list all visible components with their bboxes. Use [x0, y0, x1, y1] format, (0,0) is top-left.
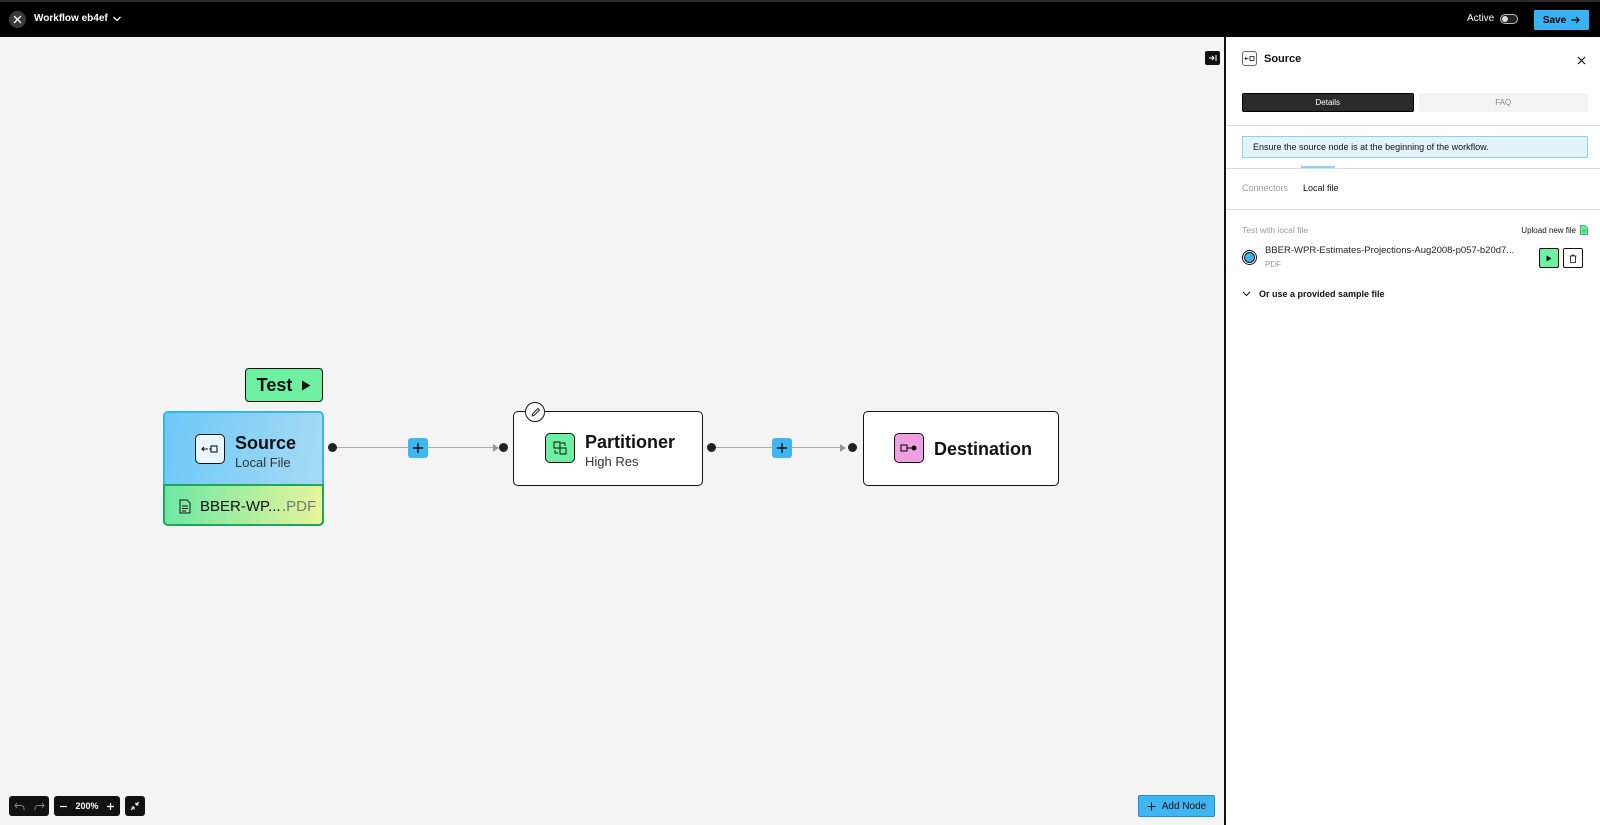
plus-icon: [777, 443, 787, 453]
node-details-panel: Source Details FAQ Ensure the source nod…: [1224, 37, 1600, 825]
zoom-out-icon[interactable]: [59, 802, 68, 811]
sample-file-toggle[interactable]: Or use a provided sample file: [1242, 289, 1385, 299]
subtab-indicator: [1301, 166, 1335, 168]
panel-tabs: Details FAQ: [1242, 93, 1588, 113]
undo-icon[interactable]: [13, 802, 25, 811]
workflow-title-dropdown[interactable]: Workflow eb4ef: [34, 13, 122, 24]
history-controls: [9, 796, 49, 816]
play-icon: [1546, 255, 1552, 261]
arrow-right-icon: [1571, 16, 1581, 24]
fit-view-icon: [130, 801, 140, 811]
close-icon: [13, 15, 22, 24]
partitioner-input-handle[interactable]: [499, 443, 508, 452]
add-node-label: Add Node: [1161, 800, 1207, 812]
top-bar: Workflow eb4ef Active Save: [0, 0, 1600, 37]
divider: [1226, 168, 1600, 169]
upload-new-file-button[interactable]: Upload new file: [1521, 225, 1588, 235]
edge-arrow: [840, 444, 846, 452]
file-upload-icon: [1580, 225, 1588, 235]
file-radio-selected[interactable]: [1242, 250, 1257, 265]
destination-input-handle[interactable]: [848, 443, 857, 452]
chevron-down-icon: [1242, 291, 1251, 297]
source-node[interactable]: Source Local File BBER-WP... .PDF: [163, 411, 324, 526]
partitioner-node-subtitle: High Res: [585, 454, 639, 469]
panel-header: Source: [1242, 51, 1301, 66]
source-file-ext: .PDF: [282, 498, 317, 515]
destination-connector-icon: [900, 444, 917, 452]
insert-node-button[interactable]: [772, 438, 792, 458]
delete-file-button[interactable]: [1563, 248, 1583, 268]
active-toggle-group: Active: [1467, 13, 1519, 24]
test-local-file-label: Test with local file: [1242, 225, 1309, 235]
active-label: Active: [1467, 13, 1495, 24]
partition-icon: [553, 441, 567, 455]
add-node-button[interactable]: Add Node: [1138, 795, 1215, 817]
fit-view-button[interactable]: [125, 796, 145, 816]
insert-node-button[interactable]: [408, 438, 428, 458]
chevron-down-icon: [112, 16, 121, 21]
redo-icon[interactable]: [34, 802, 45, 811]
source-node-subtitle: Local File: [235, 455, 291, 470]
partitioner-output-handle[interactable]: [707, 443, 716, 452]
plus-icon: [1147, 802, 1156, 810]
destination-node-title: Destination: [934, 439, 1033, 459]
subtab-connectors[interactable]: Connectors: [1242, 183, 1288, 193]
active-toggle[interactable]: [1500, 13, 1519, 24]
save-label: Save: [1542, 14, 1567, 26]
subtab-local-file[interactable]: Local file: [1303, 183, 1339, 193]
info-notice: Ensure the source node is at the beginni…: [1242, 136, 1588, 158]
zoom-in-icon[interactable]: [106, 802, 115, 811]
partitioner-node[interactable]: Partitioner High Res: [513, 411, 703, 486]
source-file-bar[interactable]: BBER-WP... .PDF: [165, 485, 322, 524]
plus-icon: [413, 443, 423, 453]
local-file-type: PDF: [1265, 260, 1281, 269]
destination-node-icon: [894, 433, 924, 463]
test-label: Test: [256, 374, 293, 395]
panel-title: Source: [1264, 52, 1302, 65]
partitioner-node-title: Partitioner: [585, 432, 676, 452]
source-node-header: Source Local File: [165, 413, 322, 485]
source-connector-icon: [201, 445, 218, 453]
local-file-row: BBER-WPR-Estimates-Projections-Aug2008-p…: [1242, 245, 1592, 275]
panel-collapse-icon: [1209, 55, 1217, 61]
divider: [1226, 125, 1600, 126]
run-file-button[interactable]: [1539, 248, 1559, 268]
tab-faq[interactable]: FAQ: [1418, 93, 1588, 112]
source-connector-icon: [1242, 51, 1257, 66]
workflow-title: Workflow eb4ef: [34, 13, 108, 24]
close-workflow-button[interactable]: [9, 11, 26, 28]
close-panel-button[interactable]: [1577, 52, 1586, 70]
zoom-level: 200%: [75, 801, 99, 811]
tab-details[interactable]: Details: [1242, 93, 1414, 112]
test-workflow-button[interactable]: Test: [245, 368, 323, 402]
pencil-icon: [530, 407, 540, 417]
divider: [1226, 209, 1600, 210]
save-button[interactable]: Save: [1534, 10, 1589, 30]
zoom-controls: 200%: [54, 796, 120, 816]
local-file-name: BBER-WPR-Estimates-Projections-Aug2008-p…: [1265, 245, 1515, 256]
partitioner-node-icon: [545, 433, 575, 463]
source-subtabs: Connectors Local file: [1242, 183, 1339, 193]
destination-node[interactable]: Destination: [863, 411, 1059, 486]
source-node-title: Source: [235, 433, 297, 453]
source-output-handle[interactable]: [328, 443, 337, 452]
sample-file-label: Or use a provided sample file: [1259, 289, 1385, 299]
trash-icon: [1569, 254, 1577, 263]
document-icon: [179, 499, 191, 514]
edit-node-button[interactable]: [525, 402, 545, 422]
upload-label: Upload new file: [1521, 225, 1576, 235]
source-file-name: BBER-WP...: [200, 498, 281, 515]
collapse-panel-button[interactable]: [1205, 51, 1220, 65]
play-icon: [302, 380, 311, 390]
close-icon: [1577, 56, 1586, 65]
source-node-icon: [195, 434, 225, 464]
